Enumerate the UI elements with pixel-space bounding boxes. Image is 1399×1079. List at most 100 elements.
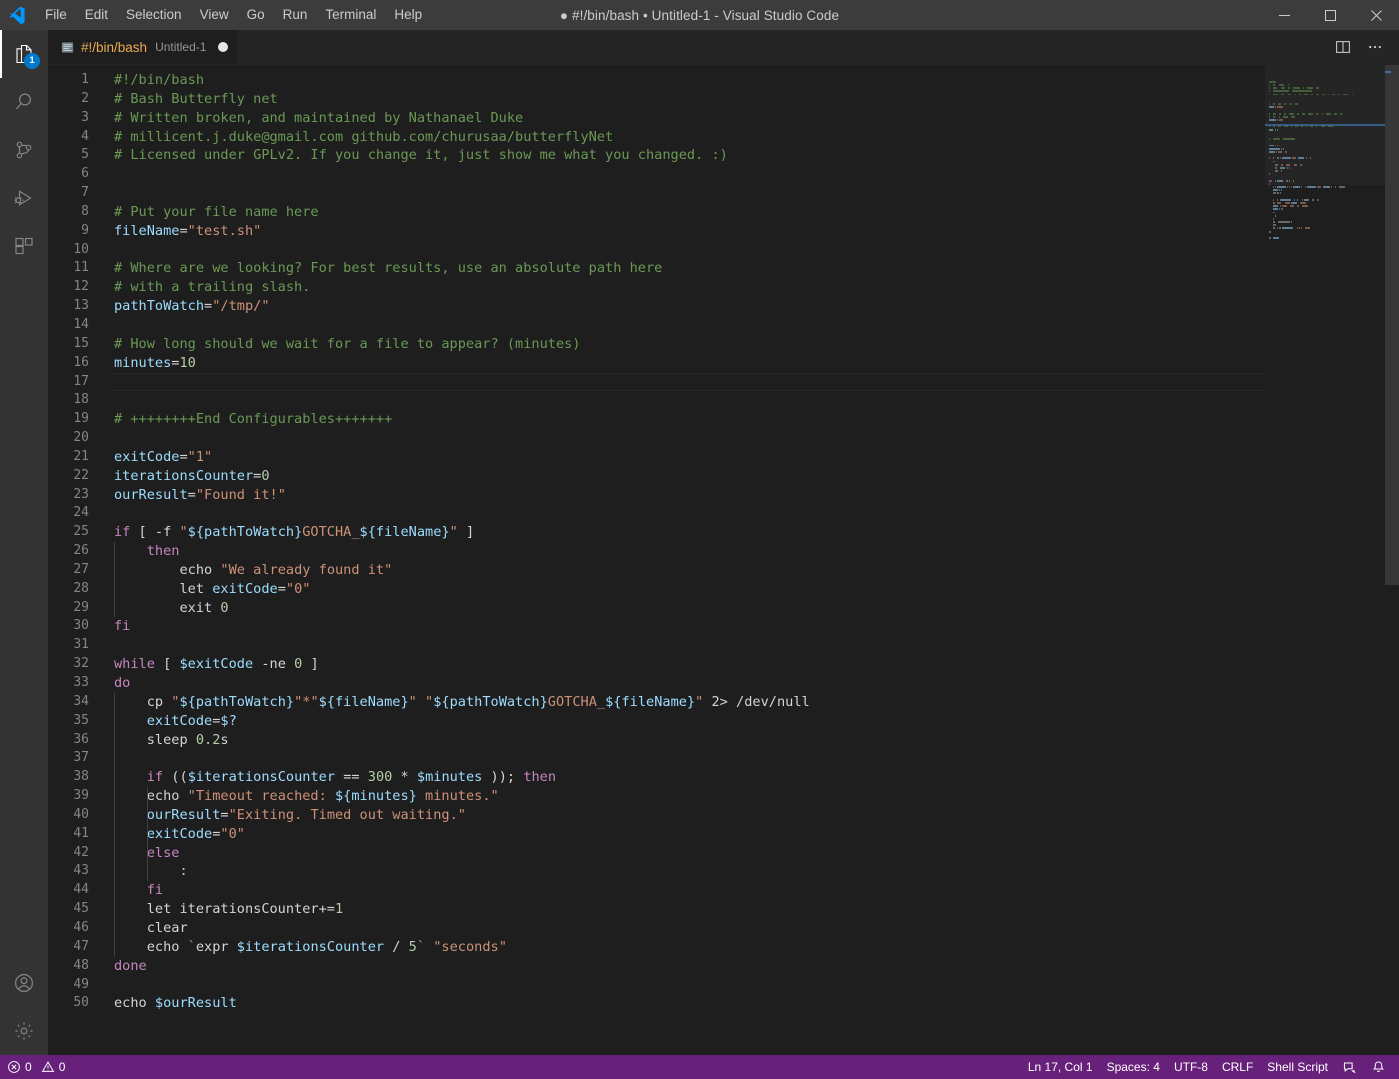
code-line[interactable]: echo `expr $iterationsCounter / 5` "seco… [110,937,1265,957]
code-scroll-region[interactable]: 1 2 3 4 5 6 7 8 9 10 11 12 13 14 15 16 17 18 19 20 21 22 23 24 2… [48,65,1265,1055]
code-token: ourResult [114,486,188,503]
code-content[interactable]: #!/bin/bash # Bash Butterfly net # Written… [110,65,1265,1055]
code-line[interactable]: exitCode="0" [110,824,1265,844]
code-line[interactable] [110,316,1265,335]
minimap-current-line [1265,124,1385,127]
line-number: 5 [81,147,89,163]
feedback-icon[interactable] [1335,1055,1364,1079]
code-line[interactable] [110,976,1265,995]
code-line[interactable]: exit 0 [110,598,1265,618]
language-mode[interactable]: Shell Script [1260,1055,1335,1079]
code-token: fi [114,618,131,635]
code-line[interactable]: then [110,542,1265,561]
code-line[interactable]: : [110,862,1265,882]
code-token: echo [114,995,155,1012]
menu-item-help[interactable]: Help [385,0,431,30]
split-editor-icon[interactable] [1329,33,1357,61]
code-line[interactable]: ourResult="Exiting. Timed out waiting." [110,805,1265,825]
code-line[interactable]: # Licensed under GPLv2. If you change it… [110,146,1265,165]
code-line[interactable]: clear [110,918,1265,938]
vscode-logo-icon [0,0,36,30]
code-line[interactable]: pathToWatch="/tmp/" [110,297,1265,316]
cursor-position[interactable]: Ln 17, Col 1 [1021,1055,1100,1079]
window-controls[interactable] [1261,0,1399,30]
activity-item-source-control[interactable] [0,126,48,174]
code-line[interactable]: ourResult="Found it!" [110,486,1265,505]
activity-item-run-and-debug[interactable] [0,174,48,222]
code-line[interactable]: # with a trailing slash. [110,278,1265,297]
code-line[interactable]: exitCode="1" [110,448,1265,467]
code-line[interactable]: cp "${pathToWatch}"*"${fileName}" "${pat… [110,692,1265,712]
encoding-setting[interactable]: UTF-8 [1167,1055,1215,1079]
menu-item-go[interactable]: Go [238,0,274,30]
minimize-button[interactable] [1261,0,1307,30]
code-line[interactable]: fi [110,617,1265,636]
tab-dirty-indicator[interactable] [218,42,229,52]
code-line[interactable]: sleep 0.2s [110,730,1265,750]
code-line[interactable]: # Written broken, and maintained by Nath… [110,109,1265,128]
indent-guide [114,918,115,938]
activity-item-search[interactable] [0,78,48,126]
code-line[interactable]: let iterationsCounter+=1 [110,900,1265,919]
code-line[interactable]: minutes=10 [110,354,1265,373]
minimap[interactable] [1265,65,1385,1055]
code-line[interactable]: echo "Timeout reached: ${minutes} minute… [110,787,1265,806]
code-token: " [425,693,434,710]
menu-item-terminal[interactable]: Terminal [316,0,385,30]
code-line[interactable] [110,429,1265,448]
code-line[interactable]: # Where are we looking? For best results… [110,259,1265,278]
tab-untitled-1[interactable]: #!/bin/bash Untitled-1 [48,30,240,64]
activity-item-explorer[interactable]: 1 [0,30,48,78]
code-token: "Found it!" [195,486,286,503]
code-line[interactable] [110,184,1265,203]
scrollbar-thumb[interactable] [1385,65,1399,585]
menu-item-selection[interactable]: Selection [117,0,191,30]
code-line[interactable] [110,391,1265,410]
code-line[interactable] [110,636,1265,655]
activity-item-accounts[interactable] [0,959,48,1007]
menu-item-edit[interactable]: Edit [76,0,117,30]
code-line[interactable]: fileName="test.sh" [110,222,1265,241]
maximize-button[interactable] [1307,0,1353,30]
code-line[interactable]: #!/bin/bash [110,71,1265,90]
editor-vertical-scrollbar[interactable] [1385,65,1399,1055]
code-line[interactable]: echo $ourResult [110,994,1265,1013]
code-line[interactable] [110,165,1265,184]
code-line[interactable]: # Put your file name here [110,203,1265,222]
code-line[interactable]: done [110,957,1265,976]
code-line[interactable] [110,749,1265,769]
line-number: 17 [73,373,89,389]
code-line[interactable]: iterationsCounter=0 [110,467,1265,486]
eol-setting[interactable]: CRLF [1215,1055,1260,1079]
problems-status[interactable]: 0 0 [0,1055,72,1079]
code-line[interactable] [110,241,1265,260]
code-line[interactable] [110,372,1265,392]
menu-bar[interactable]: File Edit Selection View Go Run Terminal… [36,0,431,30]
more-actions-ellipsis-icon[interactable] [1361,33,1389,61]
code-line[interactable]: # Bash Butterfly net [110,90,1265,109]
code-line[interactable]: do [110,674,1265,693]
indentation-setting[interactable]: Spaces: 4 [1100,1055,1167,1079]
activity-item-extensions[interactable] [0,222,48,270]
code-line[interactable]: fi [110,881,1265,901]
code-line[interactable]: # ++++++++End Configurables+++++++ [110,410,1265,429]
activity-item-settings[interactable] [0,1007,48,1055]
code-line[interactable]: echo "We already found it" [110,560,1265,580]
code-line[interactable]: # How long should we wait for a file to … [110,335,1265,354]
close-button[interactable] [1353,0,1399,30]
code-line[interactable]: exitCode=$? [110,711,1265,731]
bell-icon[interactable] [1364,1055,1393,1079]
code-line[interactable]: let exitCode="0" [110,579,1265,599]
menu-item-run[interactable]: Run [274,0,317,30]
code-line[interactable] [110,504,1265,523]
code-line[interactable]: while [ $exitCode -ne 0 ] [110,655,1265,674]
text-editor[interactable]: 1 2 3 4 5 6 7 8 9 10 11 12 13 14 15 16 17 18 19 20 21 22 23 24 2… [48,65,1399,1055]
menu-item-view[interactable]: View [191,0,238,30]
code-line[interactable]: # millicent.j.duke@gmail.com github.com/… [110,128,1265,147]
code-line[interactable]: if [ -f "${pathToWatch}GOTCHA_${fileName… [110,523,1265,542]
menu-item-file[interactable]: File [36,0,76,30]
code-line[interactable]: else [110,843,1265,863]
code-line[interactable]: if (($iterationsCounter == 300 * $minute… [110,768,1265,788]
line-number: 1 [81,72,89,87]
code-token: " [408,693,417,710]
